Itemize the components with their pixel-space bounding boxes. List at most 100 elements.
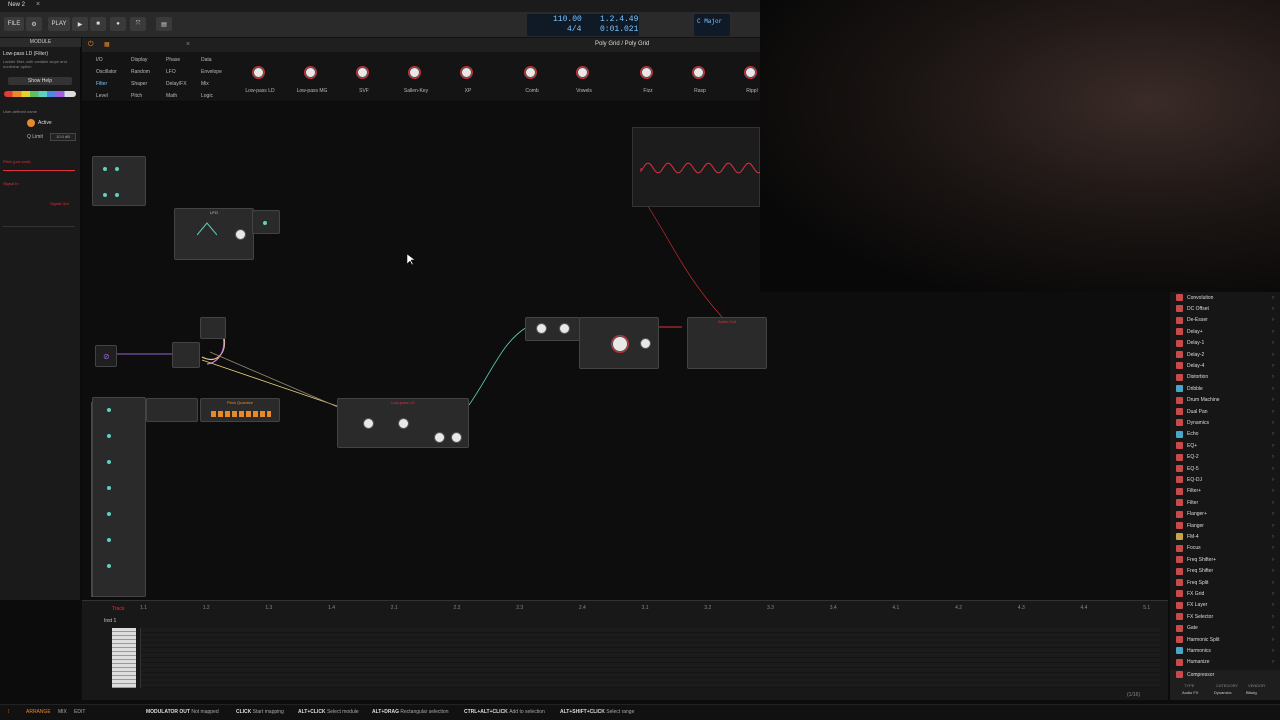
pan-knob[interactable] bbox=[559, 323, 570, 334]
filter-value[interactable]: Dynamics bbox=[1214, 690, 1232, 695]
port[interactable] bbox=[263, 221, 267, 225]
device-list-item[interactable]: FX Layer › bbox=[1176, 600, 1276, 611]
transport-display[interactable]: 110.00 4/4 1.2.4.49 0:01.021 bbox=[527, 14, 639, 36]
device-thumb-comb[interactable]: Comb bbox=[509, 58, 555, 94]
device-list-item[interactable]: FX Grid › bbox=[1176, 588, 1276, 599]
audio-out-module[interactable]: Audio Out bbox=[687, 317, 767, 369]
device-list-item[interactable]: Delay-1 › bbox=[1176, 338, 1276, 349]
loop-icon[interactable]: ⤧ bbox=[130, 17, 146, 31]
port[interactable] bbox=[103, 167, 107, 171]
rate-knob[interactable] bbox=[235, 229, 246, 240]
device-list-item[interactable]: Delay+ › bbox=[1176, 326, 1276, 337]
device-list-item[interactable]: De-Esser › bbox=[1176, 315, 1276, 326]
device-list-item[interactable]: Freq Shifter › bbox=[1176, 566, 1276, 577]
pitch-slider[interactable] bbox=[3, 170, 75, 171]
category-filter[interactable]: Filter bbox=[96, 81, 107, 87]
voice-module-group[interactable] bbox=[92, 156, 146, 206]
logic-module[interactable] bbox=[200, 317, 226, 339]
device-list-item[interactable]: Freq Shifter+ › bbox=[1176, 554, 1276, 565]
category-i-o[interactable]: I/O bbox=[96, 57, 103, 63]
metronome-icon[interactable]: ▤ bbox=[156, 17, 172, 31]
stop-icon[interactable]: ■ bbox=[90, 17, 106, 31]
lfo-module[interactable]: LFO bbox=[174, 208, 254, 260]
device-list-item[interactable]: Harmonic Split › bbox=[1176, 634, 1276, 645]
pitch-quantize-keys[interactable] bbox=[211, 411, 271, 417]
device-list-item[interactable]: Delay-2 › bbox=[1176, 349, 1276, 360]
device-list-item[interactable]: EQ-2 › bbox=[1176, 452, 1276, 463]
port[interactable] bbox=[115, 167, 119, 171]
project-tab[interactable]: New 2 bbox=[8, 2, 25, 8]
key-display[interactable]: C Major bbox=[694, 14, 730, 36]
record-icon[interactable]: ● bbox=[110, 17, 126, 31]
selected-device[interactable]: Compressor bbox=[1176, 671, 1214, 678]
device-list-item[interactable]: Filter+ › bbox=[1176, 486, 1276, 497]
device-list-item[interactable]: Dribble › bbox=[1176, 383, 1276, 394]
port[interactable] bbox=[107, 408, 111, 412]
category-mix[interactable]: Mix bbox=[201, 81, 209, 87]
settings-icon[interactable]: ⚙ bbox=[26, 17, 42, 31]
resonance-knob[interactable] bbox=[398, 418, 409, 429]
time-knob[interactable] bbox=[612, 336, 628, 352]
gain-knob[interactable] bbox=[536, 323, 547, 334]
filter-module[interactable]: Low-pass LD bbox=[337, 398, 469, 448]
category-oscillator[interactable]: Oscillator bbox=[96, 69, 117, 75]
device-list-item[interactable]: DC Offset › bbox=[1176, 303, 1276, 314]
color-swatches[interactable] bbox=[4, 91, 76, 97]
port[interactable] bbox=[107, 434, 111, 438]
device-icon[interactable]: ▦ bbox=[104, 41, 110, 48]
device-list-item[interactable]: Flanger › bbox=[1176, 520, 1276, 531]
pitch-module[interactable] bbox=[146, 398, 198, 422]
device-thumb-fizz[interactable]: Fizz bbox=[625, 58, 671, 94]
device-list-item[interactable]: FM-4 › bbox=[1176, 531, 1276, 542]
filter-value[interactable]: Audio FX bbox=[1182, 690, 1198, 695]
menu-icon[interactable]: ⁞ bbox=[8, 709, 9, 715]
filter-tab-category[interactable]: CATEGORY bbox=[1216, 683, 1238, 688]
active-toggle-icon[interactable] bbox=[27, 119, 35, 127]
device-thumb-svf[interactable]: SVF bbox=[341, 58, 387, 94]
device-list-item[interactable]: Filter › bbox=[1176, 497, 1276, 508]
device-list-item[interactable]: Focus › bbox=[1176, 543, 1276, 554]
modulator-module[interactable]: ⊘ bbox=[95, 345, 117, 367]
filter-tab-vendor[interactable]: VENDOR bbox=[1248, 683, 1265, 688]
device-thumb-sallen-key[interactable]: Sallen-Key bbox=[393, 58, 439, 94]
device-list-item[interactable]: Dual Pan › bbox=[1176, 406, 1276, 417]
tempo-value[interactable]: 110.00 bbox=[553, 15, 582, 24]
category-level[interactable]: Level bbox=[96, 93, 108, 99]
device-thumb-xp[interactable]: XP bbox=[445, 58, 491, 94]
timeline-ruler[interactable]: 1.1 1.2 1.3 1.4 2.1 2.2 2.3 2.4 3.1 3.2 3.3 3.4 4.1 4… bbox=[140, 605, 1160, 615]
piano-keyboard[interactable] bbox=[112, 628, 136, 688]
close-editor-icon[interactable]: × bbox=[186, 41, 190, 48]
voice-stack[interactable] bbox=[92, 397, 146, 597]
category-phase[interactable]: Phase bbox=[166, 57, 180, 63]
device-thumb-rasp[interactable]: Rasp bbox=[677, 58, 723, 94]
category-data[interactable]: Data bbox=[201, 57, 212, 63]
lfo-output-module[interactable] bbox=[252, 210, 280, 234]
user-defined-name[interactable]: User-defined name bbox=[3, 109, 37, 114]
device-list-item[interactable]: EQ-5 › bbox=[1176, 463, 1276, 474]
show-help-button[interactable]: Show Help bbox=[8, 77, 72, 85]
device-list-item[interactable]: Gate › bbox=[1176, 623, 1276, 634]
filter-value[interactable]: Bitwig bbox=[1246, 690, 1257, 695]
category-logic[interactable]: Logic bbox=[201, 93, 213, 99]
edit-tab[interactable]: EDIT bbox=[74, 709, 85, 715]
close-tab-icon[interactable]: × bbox=[36, 1, 40, 8]
power-icon[interactable]: ⏻ bbox=[88, 41, 94, 49]
scope-module[interactable] bbox=[632, 127, 761, 207]
port[interactable] bbox=[107, 564, 111, 568]
port[interactable] bbox=[107, 460, 111, 464]
device-list-item[interactable]: Delay-4 › bbox=[1176, 360, 1276, 371]
mix-knob[interactable] bbox=[451, 432, 462, 443]
play-icon[interactable]: ▶ bbox=[72, 17, 88, 31]
audio-in-module[interactable] bbox=[525, 317, 580, 341]
device-list-item[interactable]: Humanize › bbox=[1176, 657, 1276, 668]
category-lfo[interactable]: LFO bbox=[166, 69, 176, 75]
category-math[interactable]: Math bbox=[166, 93, 177, 99]
device-list-item[interactable]: Drum Machine › bbox=[1176, 395, 1276, 406]
file-button[interactable]: FILE bbox=[4, 17, 24, 31]
category-envelope[interactable]: Envelope bbox=[201, 69, 222, 75]
cutoff-knob[interactable] bbox=[363, 418, 374, 429]
port[interactable] bbox=[107, 538, 111, 542]
q-limit-field[interactable]: 10.0 dB bbox=[50, 133, 76, 141]
port[interactable] bbox=[103, 193, 107, 197]
device-list-item[interactable]: EQ+ › bbox=[1176, 440, 1276, 451]
